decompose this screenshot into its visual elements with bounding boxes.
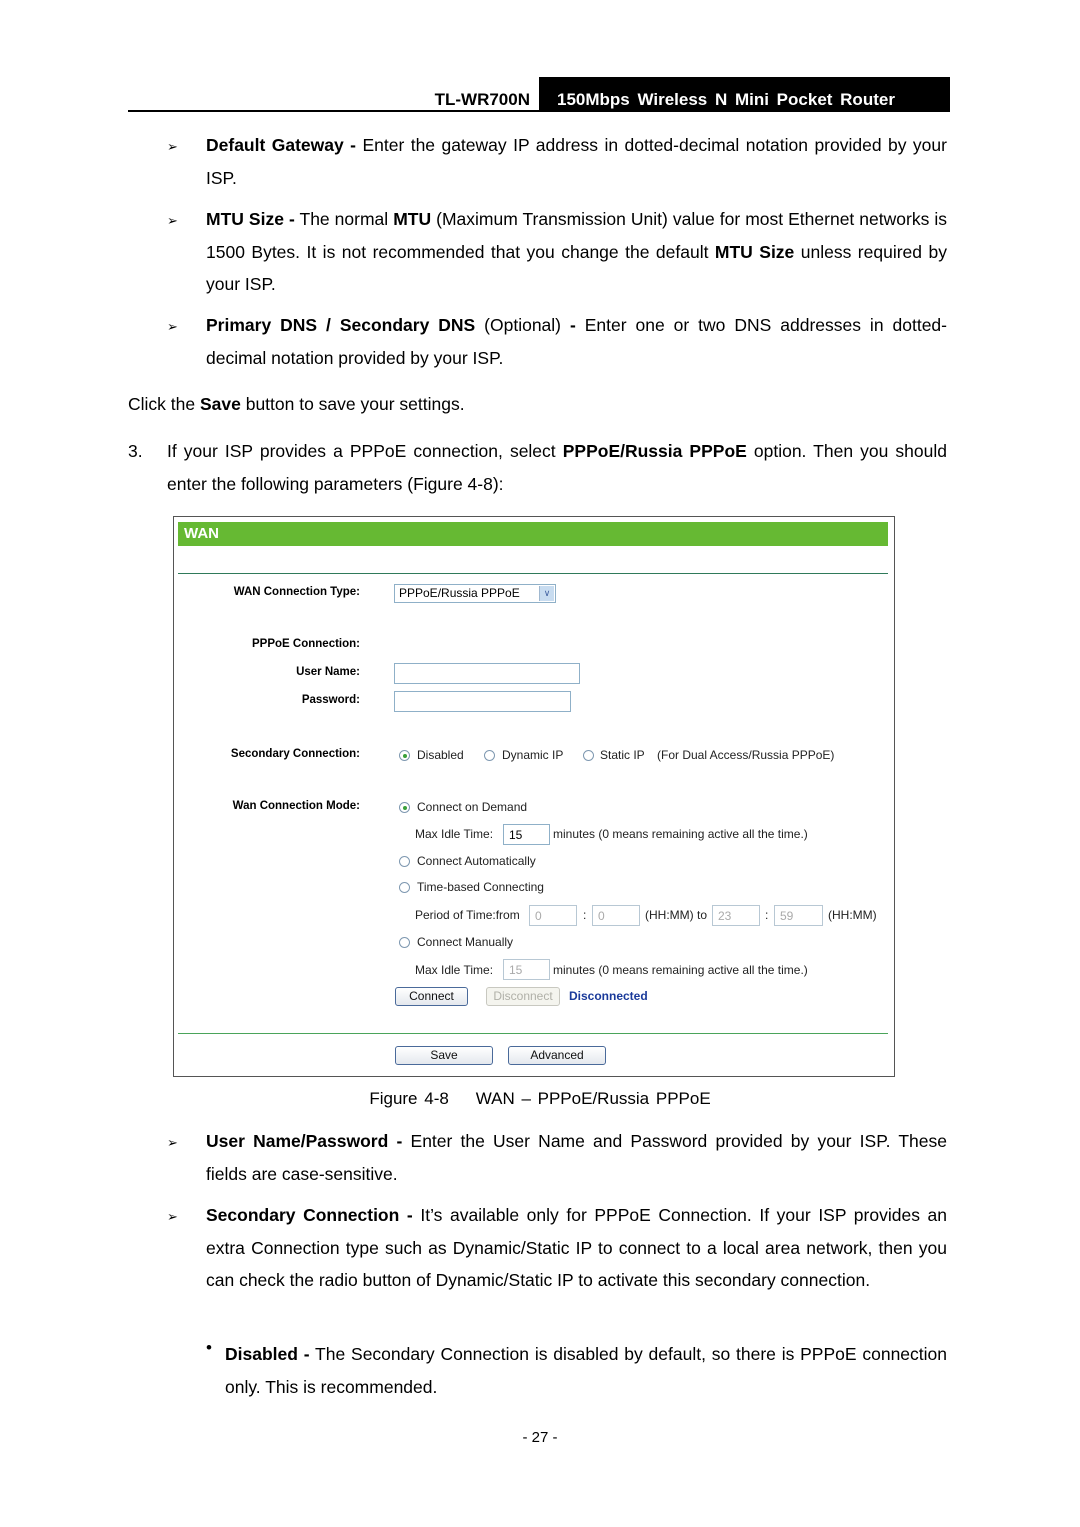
max-idle-time-manual-input[interactable] xyxy=(503,959,550,980)
radio-secondary-dynamic-ip[interactable] xyxy=(484,750,495,761)
radio-secondary-disabled[interactable] xyxy=(399,750,410,761)
term: Primary DNS / Secondary DNS xyxy=(206,315,476,335)
radio-secondary-static-ip[interactable] xyxy=(583,750,594,761)
advanced-button[interactable]: Advanced xyxy=(508,1046,606,1065)
disconnect-button[interactable]: Disconnect xyxy=(486,987,560,1006)
max-idle-label: Max Idle Time: xyxy=(415,827,494,841)
arrow-bullet-icon: ➢ xyxy=(167,139,178,154)
text: Click the xyxy=(128,394,200,414)
period-from-minute-input[interactable] xyxy=(592,905,640,926)
radio-connect-automatically[interactable] xyxy=(399,856,410,867)
user-name-input[interactable] xyxy=(394,663,580,684)
connection-status: Disconnected xyxy=(569,989,648,1003)
radio-label: Connect Automatically xyxy=(417,854,536,868)
hhmm-label: (HH:MM) xyxy=(828,908,877,922)
term: PPPoE/Russia PPPoE xyxy=(562,441,747,461)
bullet-secondary-connection: Secondary Connection - It’s available on… xyxy=(206,1199,947,1297)
save-button[interactable]: Save xyxy=(395,1046,493,1065)
text: button to save your settings. xyxy=(240,394,465,414)
max-idle-time-input[interactable] xyxy=(503,824,550,845)
radio-time-based-connecting[interactable] xyxy=(399,882,410,893)
pppoe-connection-label: PPPoE Connection: xyxy=(252,638,360,650)
connect-button[interactable]: Connect xyxy=(395,987,468,1006)
description: (Optional) xyxy=(475,315,570,335)
page-number: - 27 - xyxy=(522,1429,558,1446)
term: Default Gateway - xyxy=(206,135,356,155)
term: Secondary Connection - xyxy=(206,1205,413,1225)
user-name-label: User Name: xyxy=(296,666,360,678)
radio-label: Time-based Connecting xyxy=(417,880,544,894)
bullet-mtu-size: MTU Size - The normal MTU (Maximum Trans… xyxy=(206,203,947,301)
time-separator: : xyxy=(583,908,587,922)
max-idle-note: minutes (0 means remaining active all th… xyxy=(553,963,808,977)
secondary-connection-label: Secondary Connection: xyxy=(230,748,360,760)
sub-bullet-disabled: Disabled - The Secondary Connection is d… xyxy=(225,1338,947,1403)
term-inline: MTU Size xyxy=(714,241,795,262)
period-to-hour-input[interactable] xyxy=(712,905,760,926)
panel-title: WAN xyxy=(178,522,888,546)
wan-connection-mode-label: Wan Connection Mode: xyxy=(232,800,360,812)
hhmm-to-label: (HH:MM) to xyxy=(645,908,707,922)
secondary-note: (For Dual Access/Russia PPPoE) xyxy=(657,748,835,762)
divider xyxy=(178,1033,888,1034)
bullet-dns: Primary DNS / Secondary DNS (Optional) -… xyxy=(206,309,947,374)
radio-label: Connect Manually xyxy=(417,935,514,949)
term-inline: MTU xyxy=(393,209,432,229)
wan-connection-type-label: WAN Connection Type: xyxy=(233,586,360,598)
password-input[interactable] xyxy=(394,691,571,712)
term: Disabled - xyxy=(225,1344,310,1364)
term: MTU Size - xyxy=(206,209,295,229)
save-instruction: Click the Save button to save your setti… xyxy=(128,388,948,421)
password-label: Password: xyxy=(301,694,360,706)
radio-label: Connect on Demand xyxy=(417,800,528,814)
term: Save xyxy=(199,394,241,414)
period-to-minute-input[interactable] xyxy=(774,905,823,926)
time-separator: : xyxy=(765,908,769,922)
radio-connect-on-demand[interactable] xyxy=(399,802,410,813)
term: User Name/Password - xyxy=(206,1131,403,1151)
divider xyxy=(178,573,888,574)
step-number: 3. xyxy=(128,441,143,461)
period-from-hour-input[interactable] xyxy=(529,905,577,926)
wan-settings-figure: WAN WAN Connection Type: PPPoE/Russia PP… xyxy=(173,516,895,1077)
radio-label: Disabled xyxy=(417,748,464,762)
header-model: TL-WR700N xyxy=(434,90,530,109)
max-idle-label: Max Idle Time: xyxy=(415,963,494,977)
selected-value: PPPoE/Russia PPPoE xyxy=(399,586,520,600)
max-idle-note: minutes (0 means remaining active all th… xyxy=(553,827,808,841)
bullet-user-name-password: User Name/Password - Enter the User Name… xyxy=(206,1125,947,1190)
step-3-text: If your ISP provides a PPPoE connection,… xyxy=(167,435,947,500)
figure-caption: Figure 4-8 WAN – PPPoE/Russia PPPoE xyxy=(369,1089,711,1108)
radio-label: Dynamic IP xyxy=(502,748,564,762)
radio-connect-manually[interactable] xyxy=(399,937,410,948)
dot-bullet-icon: • xyxy=(206,1338,212,1357)
arrow-bullet-icon: ➢ xyxy=(167,1135,178,1150)
arrow-bullet-icon: ➢ xyxy=(167,319,178,334)
header-product-title: 150Mbps Wireless N Mini Pocket Router xyxy=(557,90,895,109)
bullet-default-gateway: Default Gateway - Enter the gateway IP a… xyxy=(206,129,947,194)
wan-connection-type-select[interactable]: PPPoE/Russia PPPoE ∨ xyxy=(394,584,556,603)
arrow-bullet-icon: ➢ xyxy=(167,213,178,228)
header-rule xyxy=(128,110,950,112)
chevron-down-icon[interactable]: ∨ xyxy=(539,586,554,601)
text: If your ISP provides a PPPoE connection,… xyxy=(167,441,563,461)
radio-label: Static IP xyxy=(600,748,645,762)
description: The normal xyxy=(294,209,394,229)
description: The Secondary Connection is disabled by … xyxy=(225,1344,947,1397)
arrow-bullet-icon: ➢ xyxy=(167,1209,178,1224)
period-label: Period of Time:from xyxy=(415,908,520,922)
